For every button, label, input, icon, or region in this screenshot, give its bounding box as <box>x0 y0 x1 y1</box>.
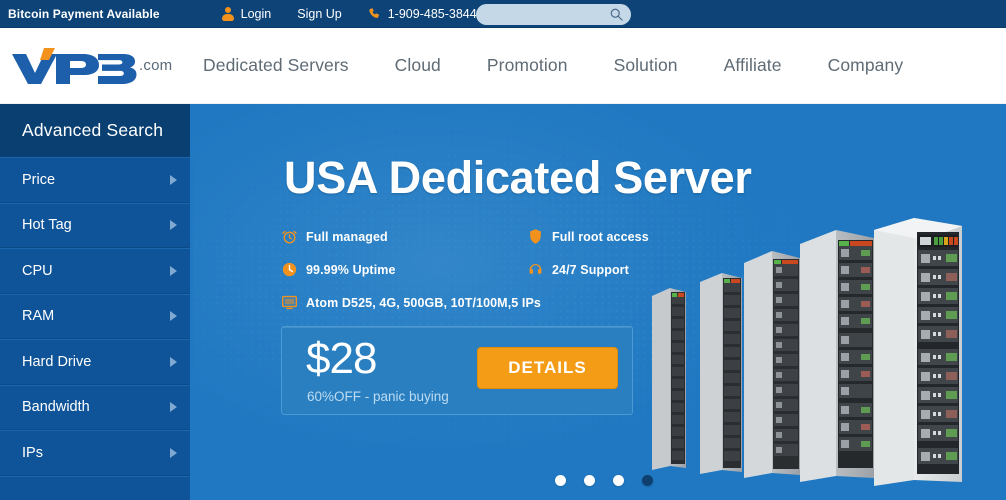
feature-row: Atom D525, 4G, 500GB, 10T/100M,5 IPs <box>281 294 651 311</box>
feature-label: Full root access <box>552 229 649 244</box>
phone-icon <box>368 7 382 21</box>
feature-full-root-access: Full root access <box>527 228 649 245</box>
sidebar-item-ips[interactable]: IPs <box>0 430 193 476</box>
chevron-right-icon <box>170 356 177 367</box>
sidebar-item-label: CPU <box>22 262 53 279</box>
login-link[interactable]: Login <box>222 6 272 21</box>
headset-icon <box>529 263 542 274</box>
sidebar-item-label: Hot Tag <box>22 217 72 234</box>
hero-banner: USA Dedicated Server Full managed Full r… <box>193 104 1006 500</box>
price-subtitle: 60%OFF - panic buying <box>307 389 449 404</box>
hero-title: USA Dedicated Server <box>284 152 752 203</box>
person-icon <box>222 6 235 21</box>
sidebar-edge <box>190 104 193 500</box>
page-body: Advanced Search Price Hot Tag CPU RAM Ha… <box>0 104 1006 500</box>
feature-row: Full managed Full root access <box>281 228 651 245</box>
phone-link[interactable]: 1-909-485-3844 <box>368 7 477 21</box>
chevron-right-icon <box>170 220 177 231</box>
feature-row: 99.99% Uptime 24/7 Support <box>281 261 651 278</box>
price-card: $28 60%OFF - panic buying DETAILS <box>281 326 633 415</box>
feature-full-managed: Full managed <box>281 228 527 245</box>
sidebar-item-label: Price <box>22 171 56 188</box>
chevron-right-icon <box>170 311 177 322</box>
monitor-icon <box>281 295 298 310</box>
feature-specs: Atom D525, 4G, 500GB, 10T/100M,5 IPs <box>281 294 541 311</box>
banner-content: USA Dedicated Server Full managed Full r… <box>193 104 1006 500</box>
price-amount: $28 <box>306 334 377 383</box>
phone-number: 1-909-485-3844 <box>387 6 477 21</box>
search-icon <box>610 8 623 21</box>
feature-support: 24/7 Support <box>527 261 629 278</box>
clock-icon <box>282 262 297 277</box>
nav-item-affiliate[interactable]: Affiliate <box>701 55 805 76</box>
advanced-search-sidebar: Advanced Search Price Hot Tag CPU RAM Ha… <box>0 104 193 500</box>
feature-list: Full managed Full root access 99.99% Upt… <box>281 228 651 327</box>
search-area <box>476 4 631 25</box>
top-bar: Bitcoin Payment Available Login Sign Up … <box>0 0 1006 28</box>
search-input[interactable] <box>476 4 631 25</box>
sidebar-item-hard-drive[interactable]: Hard Drive <box>0 339 193 385</box>
sidebar-item-ram[interactable]: RAM <box>0 293 193 339</box>
sidebar-item-bandwidth[interactable]: Bandwidth <box>0 384 193 430</box>
alarm-clock-icon <box>282 230 297 244</box>
signup-link[interactable]: Sign Up <box>297 7 341 21</box>
chevron-right-icon <box>170 402 177 413</box>
feature-label: 99.99% Uptime <box>306 262 396 277</box>
sidebar-title: Advanced Search <box>0 104 193 157</box>
details-button[interactable]: DETAILS <box>477 347 618 389</box>
search-button[interactable] <box>609 7 624 22</box>
nav-item-dedicated-servers[interactable]: Dedicated Servers <box>180 55 372 76</box>
signup-label: Sign Up <box>297 6 342 21</box>
main-nav: Dedicated Servers Cloud Promotion Soluti… <box>180 28 1006 104</box>
top-bar-actions: Login Sign Up 1-909-485-3844 <box>222 6 477 21</box>
sidebar-item-label: RAM <box>22 308 55 325</box>
chevron-right-icon <box>170 265 177 276</box>
nav-item-solution[interactable]: Solution <box>591 55 701 76</box>
logo[interactable]: .com <box>0 28 180 104</box>
sidebar-item-label: Bandwidth <box>22 399 90 416</box>
logo-suffix: .com <box>139 57 173 74</box>
carousel-dots <box>193 475 1006 486</box>
carousel-dot-4[interactable] <box>641 475 653 486</box>
sidebar-item-cpu[interactable]: CPU <box>0 248 193 294</box>
carousel-dot-1[interactable] <box>554 475 566 486</box>
feature-label: Atom D525, 4G, 500GB, 10T/100M,5 IPs <box>306 295 541 310</box>
shield-icon <box>530 229 541 244</box>
site-header: .com Dedicated Servers Cloud Promotion S… <box>0 28 1006 104</box>
login-label: Login <box>240 6 272 21</box>
feature-label: Full managed <box>306 229 388 244</box>
nav-item-promotion[interactable]: Promotion <box>464 55 591 76</box>
carousel-dot-2[interactable] <box>583 475 595 486</box>
chevron-right-icon <box>170 174 177 185</box>
feature-label: 24/7 Support <box>552 262 629 277</box>
nav-item-cloud[interactable]: Cloud <box>372 55 464 76</box>
feature-uptime: 99.99% Uptime <box>281 261 527 278</box>
sidebar-item-next[interactable] <box>0 475 193 500</box>
sidebar-item-hot-tag[interactable]: Hot Tag <box>0 202 193 248</box>
sidebar-item-label: IPs <box>22 444 43 461</box>
carousel-dot-3[interactable] <box>612 475 624 486</box>
nav-item-company[interactable]: Company <box>805 55 927 76</box>
sidebar-item-price[interactable]: Price <box>0 157 193 203</box>
sidebar-item-label: Hard Drive <box>22 353 92 370</box>
chevron-right-icon <box>170 447 177 458</box>
vpb-logo-icon <box>12 47 137 84</box>
bitcoin-promo-text: Bitcoin Payment Available <box>8 6 160 21</box>
